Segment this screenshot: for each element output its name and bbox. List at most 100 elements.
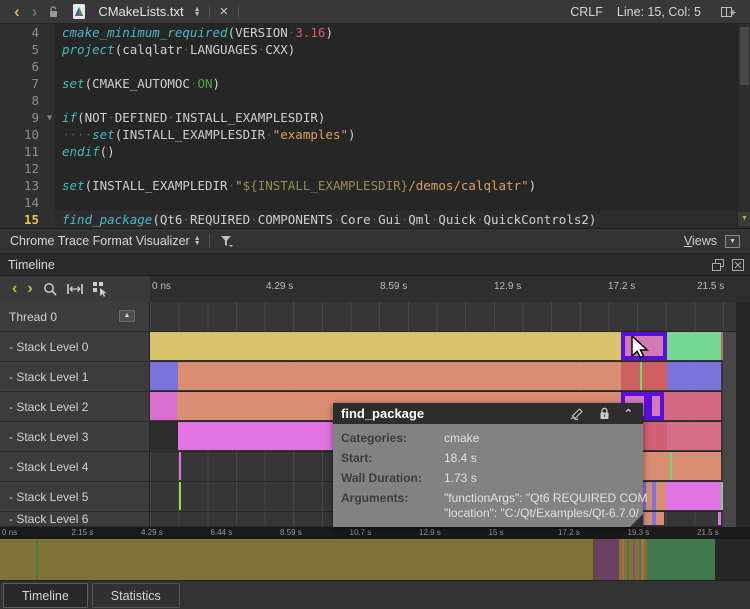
trace-event[interactable] [667, 332, 721, 360]
overview-segment[interactable] [36, 539, 38, 580]
tooltip-header[interactable]: find_package ⌃ [333, 403, 643, 424]
trace-event[interactable] [179, 452, 181, 480]
trace-event[interactable] [718, 512, 721, 525]
code-text: find_package(Qt6·REQUIRED·COMPONENTS·Cor… [62, 211, 596, 228]
trace-event[interactable] [178, 362, 621, 390]
collapse-thread-icon[interactable]: ▲ [119, 310, 135, 322]
scroll-down-icon[interactable]: ▼ [738, 212, 750, 226]
fit-width-icon[interactable] [67, 283, 83, 295]
line-number: 9▼ [0, 109, 55, 126]
stack-level-label[interactable]: - Stack Level 3 [0, 422, 149, 452]
stack-level-row[interactable] [150, 362, 750, 392]
fold-marker-icon[interactable]: ▼ [47, 109, 52, 126]
code-editor[interactable]: 4cmake_minimum_required(VERSION·3.16)5pr… [0, 24, 750, 228]
overview-tick-label: 21.5 s [697, 528, 719, 537]
bottom-tab-statistics[interactable]: Statistics [92, 583, 180, 608]
trace-event[interactable] [150, 422, 178, 450]
nav-back-icon[interactable]: ‹ [8, 1, 26, 23]
tooltip-resize-handle[interactable] [630, 514, 643, 527]
trace-event[interactable] [656, 482, 666, 510]
trace-event[interactable] [640, 362, 642, 390]
annotate-icon[interactable] [569, 408, 585, 420]
editor-scrollbar[interactable]: ▼ [737, 24, 750, 228]
line-number: 8 [0, 92, 55, 109]
stack-level-row[interactable] [150, 332, 750, 362]
axis-tick-label: 8.59 s [380, 281, 407, 292]
code-line[interactable]: 7set(CMAKE_AUTOMOC·ON) [0, 75, 750, 92]
code-line[interactable]: 15find_package(Qt6·REQUIRED·COMPONENTS·C… [0, 211, 750, 228]
scrollbar-thumb[interactable] [740, 27, 749, 85]
code-line[interactable]: 13set(INSTALL_EXAMPLEDIR·"${INSTALL_EXAM… [0, 177, 750, 194]
document-title[interactable]: CMakeLists.txt [98, 4, 183, 19]
split-editor-icon[interactable] [721, 6, 736, 18]
tooltip-title: find_package [341, 406, 424, 421]
tooltip-field-value: 18.4 s [444, 451, 477, 465]
stack-level-label[interactable]: - Stack Level 0 [0, 332, 149, 362]
trace-event[interactable] [179, 482, 181, 510]
timeline-prev-icon[interactable]: ‹ [12, 280, 17, 298]
overview-segment[interactable] [0, 539, 593, 580]
trace-event[interactable] [642, 452, 721, 480]
thread-row-label[interactable]: Thread 0 ▲ [0, 302, 149, 332]
trace-event[interactable] [150, 362, 178, 390]
timeline-next-icon[interactable]: › [27, 280, 32, 298]
lock-icon[interactable] [599, 407, 610, 420]
views-button[interactable]: Views [684, 234, 717, 248]
timeline-axis: ‹ › 0 ns4.29 s8.59 s12.9 s17.2 s21.5 s [0, 276, 750, 302]
code-line[interactable]: 8 [0, 92, 750, 109]
views-dropdown-icon[interactable]: ▼ [725, 235, 740, 248]
close-document-icon[interactable]: × [214, 3, 235, 20]
stack-level-label[interactable]: - Stack Level 1 [0, 362, 149, 392]
trace-event[interactable] [621, 362, 667, 390]
trace-event[interactable] [150, 332, 621, 360]
overview-segment[interactable] [595, 539, 619, 580]
trace-event[interactable] [670, 452, 672, 480]
pane-selector-arrows-icon[interactable]: ▲▼ [194, 236, 201, 246]
code-line[interactable]: 10····set(INSTALL_EXAMPLESDIR·"examples"… [0, 126, 750, 143]
bottom-tab-timeline[interactable]: Timeline [3, 583, 88, 608]
selected-trace-event[interactable] [648, 392, 664, 420]
code-line[interactable]: 5project(calqlatr·LANGUAGES·CXX) [0, 41, 750, 58]
code-text: ····set(INSTALL_EXAMPLESDIR·"examples") [62, 126, 356, 143]
code-text: endif() [62, 143, 115, 160]
undock-pane-icon[interactable] [712, 259, 724, 271]
trace-event[interactable] [667, 422, 721, 450]
overview-segment[interactable] [647, 539, 715, 580]
zoom-icon[interactable] [43, 282, 57, 296]
eol-indicator[interactable]: CRLF [570, 5, 603, 19]
stack-level-label[interactable]: - Stack Level 2 [0, 392, 149, 422]
trace-event[interactable] [666, 482, 721, 510]
collapse-tooltip-icon[interactable]: ⌃ [624, 407, 633, 420]
stack-level-label[interactable]: - Stack Level 6 [0, 512, 149, 527]
nav-forward-icon[interactable]: › [26, 1, 44, 23]
trace-event[interactable] [664, 392, 721, 420]
cursor-position[interactable]: Line: 15, Col: 5 [617, 5, 701, 19]
trace-event[interactable] [642, 422, 667, 450]
code-line[interactable]: 12 [0, 160, 750, 177]
trace-event[interactable] [150, 392, 177, 420]
code-text: cmake_minimum_required(VERSION·3.16) [62, 24, 333, 41]
code-line[interactable]: 11 endif() [0, 143, 750, 160]
line-number: 14 [0, 194, 55, 211]
stack-level-label[interactable]: - Stack Level 5 [0, 482, 149, 512]
stack-level-label[interactable]: - Stack Level 4 [0, 452, 149, 482]
thread-row[interactable] [150, 302, 750, 332]
document-switcher-icon[interactable]: ▲▼ [194, 7, 201, 17]
trace-event[interactable] [656, 512, 664, 525]
code-line[interactable]: 14 [0, 194, 750, 211]
event-tooltip: find_package ⌃ Categories:cmakeStart:18.… [333, 403, 643, 527]
overview-strip[interactable] [0, 539, 750, 580]
code-line[interactable]: 6 [0, 58, 750, 75]
code-line[interactable]: 9▼if(NOT·DEFINED·INSTALL_EXAMPLESDIR) [0, 109, 750, 126]
filter-icon[interactable] [220, 235, 234, 248]
selection-tool-icon[interactable] [93, 282, 108, 297]
overview-tick-label: 10.7 s [350, 528, 372, 537]
timeline-toolbar: ‹ › [0, 276, 150, 302]
trace-event[interactable] [667, 362, 721, 390]
chart-overflow-area [723, 332, 736, 527]
pane-selector[interactable]: Chrome Trace Format Visualizer [10, 234, 190, 248]
code-line[interactable]: 4cmake_minimum_required(VERSION·3.16) [0, 24, 750, 41]
line-number: 11 [0, 143, 55, 160]
close-pane-icon[interactable] [732, 259, 744, 271]
tooltip-field-value: 1.73 s [444, 471, 477, 485]
